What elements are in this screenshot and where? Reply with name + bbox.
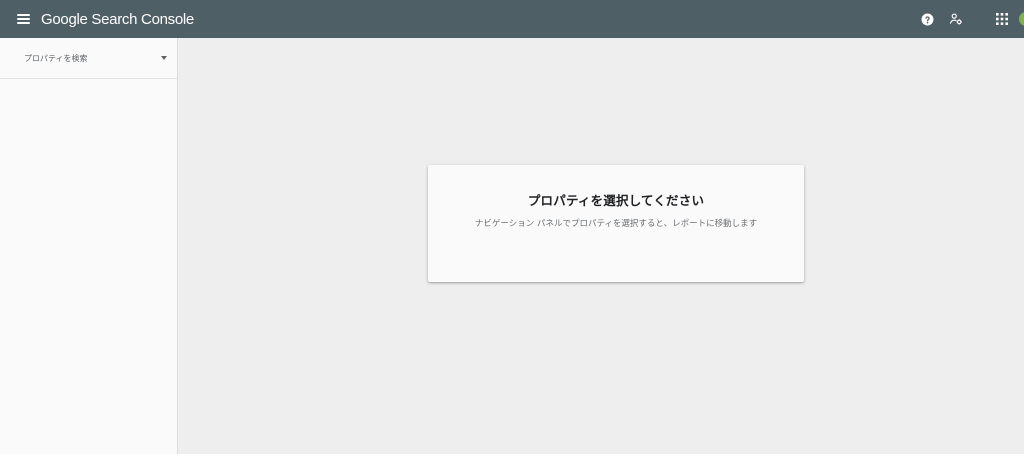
property-search-label: プロパティを検索 — [24, 53, 88, 63]
select-property-card: プロパティを選択してください ナビゲーション パネルでプロパティを選択すると、レ… — [428, 165, 804, 282]
property-search-dropdown[interactable]: プロパティを検索 — [0, 38, 177, 79]
manage-users-icon[interactable] — [945, 8, 967, 30]
top-app-bar: Google Search Console — [0, 0, 1024, 38]
navigation-sidebar: プロパティを検索 — [0, 38, 178, 454]
apps-grid-icon[interactable] — [991, 8, 1013, 30]
card-message: ナビゲーション パネルでプロパティを選択すると、レポートに移動します — [474, 219, 758, 229]
card-title: プロパティを選択してください — [527, 193, 705, 208]
product-logo[interactable]: Google Search Console — [41, 11, 194, 28]
help-icon[interactable] — [916, 8, 938, 30]
menu-icon[interactable] — [17, 13, 33, 25]
account-avatar[interactable] — [1019, 12, 1024, 26]
chevron-down-icon — [161, 56, 167, 60]
